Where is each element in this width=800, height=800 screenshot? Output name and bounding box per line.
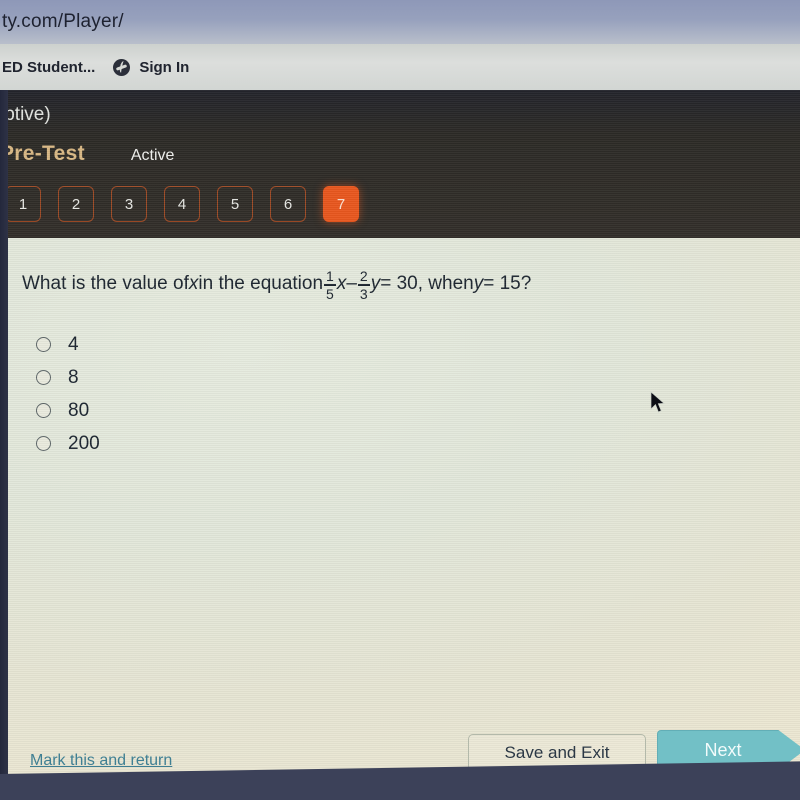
question-suffix: = 15? <box>483 273 532 295</box>
url-text[interactable]: ty.com/Player/ <box>0 11 124 33</box>
question-prefix: What is the value of <box>22 273 189 295</box>
answer-option[interactable]: 4 <box>36 328 100 361</box>
radio-button-icon[interactable] <box>36 370 51 385</box>
question-nav-button-5[interactable]: 5 <box>217 186 253 222</box>
assignment-name: Pre-Test <box>0 142 85 165</box>
question-variable-x: x <box>188 273 199 295</box>
bookmark-label: ED Student... <box>2 58 96 76</box>
answer-option-label: 4 <box>68 333 79 355</box>
next-button-label: Next <box>704 739 742 760</box>
fraction-numerator: 2 <box>359 268 368 284</box>
question-nav-button-3[interactable]: 3 <box>111 186 147 222</box>
question-operator: – <box>346 273 357 295</box>
question-nav-button-2[interactable]: 2 <box>58 186 94 222</box>
question-nav-button-7[interactable]: 7 <box>323 186 359 222</box>
answer-option-label: 8 <box>68 366 79 388</box>
radio-button-icon[interactable] <box>36 403 51 418</box>
answer-options: 4 8 80 200 <box>36 328 100 460</box>
question-panel: What is the value of x in the equation 1… <box>8 238 800 783</box>
mark-this-and-return-link[interactable]: Mark this and return <box>30 752 172 770</box>
screenshot-root: ty.com/Player/ ED Student... Sign In ipt… <box>0 0 800 800</box>
radio-button-icon[interactable] <box>36 337 51 352</box>
assignment-row: Pre-Test Active <box>0 142 174 166</box>
screen-left-bezel <box>0 90 8 800</box>
fraction-denominator: 3 <box>359 285 368 302</box>
answer-option[interactable]: 80 <box>36 394 100 427</box>
app-header: iptive) Pre-Test Active 1234567 <box>0 90 800 238</box>
browser-bookmarks-bar: ED Student... Sign In <box>0 44 800 90</box>
question-mid-1: in the equation <box>198 273 324 295</box>
answer-option-label: 80 <box>68 399 90 421</box>
bookmark-label: Sign In <box>139 58 190 76</box>
question-variable-x2: x <box>336 273 347 295</box>
fraction-denominator: 5 <box>326 285 334 302</box>
question-mid-2: = 30, when <box>380 273 474 295</box>
answer-option[interactable]: 200 <box>36 427 100 460</box>
bookmark-ed-student[interactable]: ED Student... <box>2 59 95 76</box>
question-text: What is the value of x in the equation 1… <box>22 268 532 302</box>
question-nav-button-6[interactable]: 6 <box>270 186 306 222</box>
fraction-one-fifth: 1 5 <box>324 269 336 301</box>
radio-button-icon[interactable] <box>36 436 51 451</box>
question-nav-button-4[interactable]: 4 <box>164 186 200 222</box>
fraction-two-thirds: 2 3 <box>357 268 370 302</box>
assignment-status: Active <box>130 147 175 164</box>
globe-icon <box>113 58 131 76</box>
question-nav: 1234567 <box>5 186 359 222</box>
question-nav-button-1[interactable]: 1 <box>5 186 41 222</box>
browser-url-bar[interactable]: ty.com/Player/ <box>0 0 800 44</box>
answer-option-label: 200 <box>68 432 100 454</box>
bookmark-sign-in[interactable]: Sign In <box>113 58 190 76</box>
question-variable-y: y <box>370 273 381 295</box>
answer-option[interactable]: 8 <box>36 361 100 394</box>
question-variable-y2: y <box>473 273 484 295</box>
fraction-numerator: 1 <box>326 268 334 284</box>
